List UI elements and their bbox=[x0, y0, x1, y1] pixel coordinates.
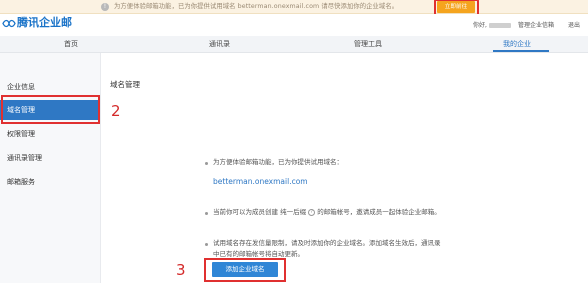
active-tab-indicator bbox=[493, 50, 549, 52]
annotation-box-2 bbox=[1, 95, 100, 124]
help-icon[interactable]: ? bbox=[308, 208, 316, 216]
notice-bar: ! 为方便体验邮箱功能，已为你提供试用域名 betterman.onexmail… bbox=[0, 0, 588, 16]
bullet-trial-domain: 为方便体验邮箱功能，已为你提供试用域名： bbox=[213, 158, 343, 166]
header-link-manage[interactable]: 管理企业信箱 bbox=[518, 22, 554, 30]
bullet-limit-line1: 试用域名存在发信量限制，请及时添加你的企业域名。添加域名生效后，通讯录 bbox=[213, 239, 441, 247]
sidebar-item-mail-service[interactable]: 邮箱服务 bbox=[0, 172, 100, 192]
tab-home[interactable]: 首页 bbox=[64, 36, 78, 53]
sidebar-item-permissions[interactable]: 权限管理 bbox=[0, 124, 100, 144]
bullet-create-accounts: 当前你可以为成员创建 纯一后缀 ? 的邮箱帐号，邀请成员一起体验企业邮箱。 bbox=[213, 207, 441, 218]
logo-text[interactable]: 腾讯企业邮 bbox=[17, 16, 72, 30]
annotation-box-3 bbox=[204, 258, 286, 282]
sidebar-item-contacts[interactable]: 通讯录管理 bbox=[0, 148, 100, 168]
tab-tools[interactable]: 管理工具 bbox=[354, 36, 382, 53]
bullet-dot bbox=[205, 212, 208, 215]
bullet2-part-a: 当前你可以为成员创建 bbox=[213, 208, 278, 216]
username-redacted bbox=[488, 23, 511, 28]
sidebar: 企业信息 域名管理 权限管理 通讯录管理 邮箱服务 bbox=[0, 53, 101, 283]
notice-text: 为方便体验邮箱功能，已为你提供试用域名 betterman.onexmail.c… bbox=[114, 3, 399, 10]
main-nav: 首页 通讯录 管理工具 我的企业 bbox=[0, 36, 588, 53]
tab-contacts[interactable]: 通讯录 bbox=[209, 36, 230, 53]
tencent-logo-icon bbox=[2, 19, 16, 28]
sidebar-item-company-info[interactable]: 企业信息 bbox=[0, 77, 100, 97]
greeting: 你好, bbox=[473, 22, 511, 30]
bullet2-part-b: 纯一后缀 bbox=[280, 208, 307, 216]
bullet-dot bbox=[205, 243, 208, 246]
bullet-dot bbox=[205, 162, 208, 165]
greeting-text: 你好, bbox=[473, 22, 487, 29]
page-title: 域名管理 bbox=[110, 80, 140, 89]
header-link-logout[interactable]: 退出 bbox=[568, 22, 580, 30]
trial-domain: betterman.onexmail.com bbox=[213, 177, 308, 186]
bullet2-part-c: 的邮箱帐号，邀请成员一起体验企业邮箱。 bbox=[317, 208, 441, 216]
annotation-number-3: 3 bbox=[176, 261, 186, 279]
info-icon: ! bbox=[101, 3, 109, 11]
